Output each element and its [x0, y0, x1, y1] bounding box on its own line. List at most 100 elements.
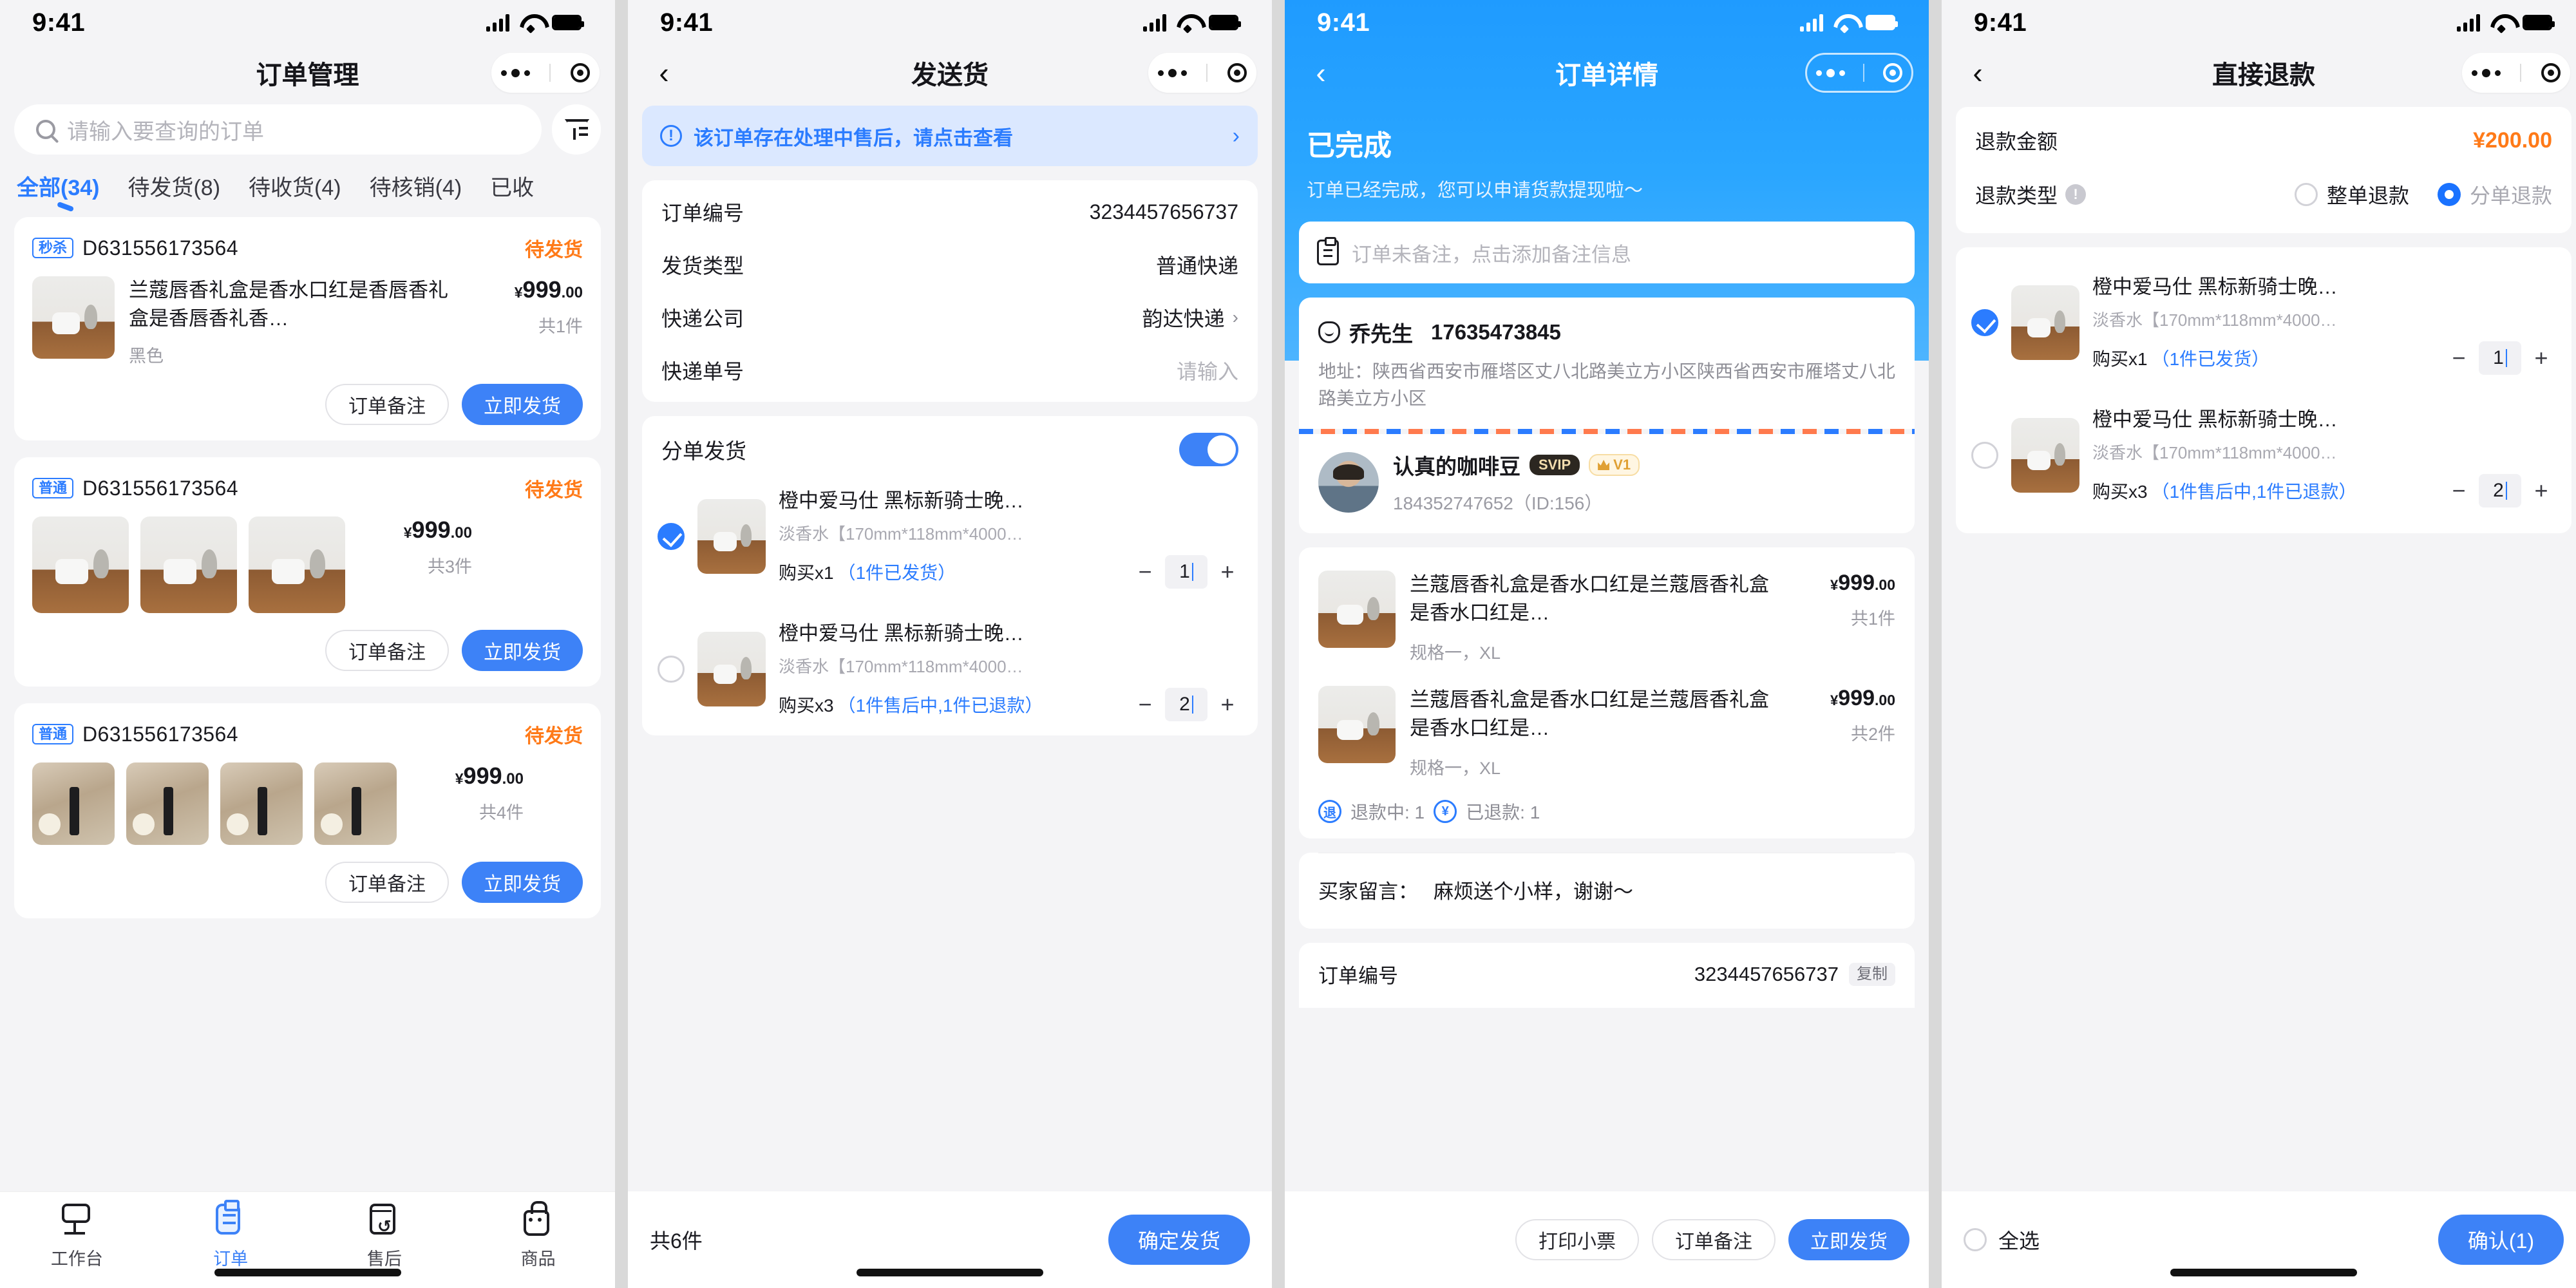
tab-received[interactable]: 已收 [476, 170, 548, 211]
order-detail-scroll[interactable]: 订单未备注，点击添加备注信息 乔先生 17635473845 地址：陕西省西安市… [1285, 222, 1929, 1191]
product-image[interactable] [249, 516, 345, 614]
more-dots-icon[interactable] [501, 68, 531, 77]
tab-all[interactable]: 全部(34) [14, 170, 113, 211]
product-image[interactable] [32, 762, 115, 846]
tracking-number-input[interactable]: 请输入 [1177, 355, 1238, 385]
product-image[interactable] [2011, 418, 2079, 493]
order-note-button[interactable]: 订单备注 [325, 862, 449, 904]
table-row[interactable]: 普通 D631556173564 待发货 ¥999.00 共3件 订单备注 立即… [14, 457, 601, 687]
sidebar-item-order[interactable]: 订单 [154, 1204, 308, 1270]
product-image[interactable] [1318, 686, 1396, 764]
stepper-minus-button[interactable]: − [2448, 345, 2470, 372]
home-indicator [2170, 1269, 2357, 1276]
more-dots-icon[interactable] [2472, 68, 2501, 77]
capsule-target-icon[interactable] [1882, 63, 1902, 82]
tab-pending-ship[interactable]: 待发货(8) [113, 170, 234, 211]
item-checkbox[interactable] [658, 656, 685, 683]
more-dots-icon[interactable] [1158, 68, 1188, 77]
product-image[interactable] [697, 499, 766, 574]
back-chevron-icon[interactable]: ‹ [1957, 58, 1998, 88]
capsule-target-icon[interactable] [570, 63, 590, 82]
ship-now-button[interactable]: 立即发货 [1788, 1219, 1909, 1260]
sidebar-item-workbench[interactable]: 工作台 [0, 1204, 154, 1270]
back-chevron-icon[interactable]: ‹ [1300, 58, 1341, 88]
print-receipt-button[interactable]: 打印小票 [1515, 1219, 1639, 1260]
stepper-minus-button[interactable]: − [2448, 477, 2470, 504]
confirm-ship-button[interactable]: 确定发货 [1108, 1215, 1250, 1265]
quantity-stepper[interactable]: − 1 + [2448, 341, 2552, 375]
capsule-target-icon[interactable] [1227, 63, 1247, 82]
item-checkbox[interactable] [658, 523, 685, 550]
radio-circle[interactable] [2437, 183, 2461, 206]
list-item[interactable]: 兰蔻唇香礼盒是香水口红是兰蔻唇香礼盒是香水口红是… 规格一，XL ¥999.00… [1318, 679, 1895, 795]
mini-program-capsule[interactable] [491, 53, 600, 93]
select-all-control[interactable]: 全选 [1964, 1225, 2040, 1255]
product-image[interactable] [314, 762, 397, 846]
table-row[interactable]: 普通 D631556173564 待发货 ¥999.00 共4件 订单备注 立即… [14, 703, 601, 919]
order-note-button[interactable]: 订单备注 [325, 384, 449, 426]
quantity-stepper[interactable]: − 1 + [1134, 555, 1238, 589]
capsule-target-icon[interactable] [2541, 63, 2561, 82]
stepper-plus-button[interactable]: + [1217, 558, 1238, 585]
sidebar-item-goods[interactable]: 商品 [461, 1204, 615, 1270]
stepper-value[interactable]: 1 [1165, 555, 1208, 589]
copy-button[interactable]: 复制 [1849, 962, 1895, 986]
buyer-card[interactable]: 认真的咖啡豆 SVIP V1 184352747652（ID:156） [1299, 434, 1915, 533]
list-item[interactable]: 橙中爱马仕 黑标新骑士晚… 淡香水【170mm*118mm*4000… 购买x3… [642, 603, 1258, 735]
stepper-value[interactable]: 1 [2479, 341, 2521, 375]
item-checkbox[interactable] [1971, 309, 1998, 336]
tab-pending-receive[interactable]: 待收货(4) [234, 170, 355, 211]
order-list[interactable]: 秒杀 D631556173564 待发货 兰蔻唇香礼盒是香水口红是香唇香礼盒是香… [0, 217, 615, 1191]
split-shipment-toggle[interactable] [1179, 433, 1238, 466]
product-image-gallery[interactable] [32, 516, 345, 614]
stepper-value[interactable]: 2 [2479, 474, 2521, 507]
mini-program-capsule[interactable] [1148, 53, 1256, 93]
stepper-minus-button[interactable]: − [1134, 558, 1156, 585]
ship-now-button[interactable]: 立即发货 [462, 862, 583, 904]
info-circle-icon[interactable]: ! [2065, 184, 2087, 205]
order-remark-field[interactable]: 订单未备注，点击添加备注信息 [1299, 222, 1915, 283]
list-item[interactable]: 橙中爱马仕 黑标新骑士晚… 淡香水【170mm*118mm*4000… 购买x1… [642, 470, 1258, 603]
radio-split-order-refund[interactable]: 分单退款 [2437, 180, 2552, 209]
stepper-plus-button[interactable]: + [2530, 345, 2552, 372]
back-chevron-icon[interactable]: ‹ [643, 58, 685, 88]
list-item[interactable]: 橙中爱马仕 黑标新骑士晚… 淡香水【170mm*118mm*4000… 购买x3… [1956, 389, 2571, 522]
product-image[interactable] [220, 762, 303, 846]
stepper-value[interactable]: 2 [1165, 688, 1208, 721]
product-image[interactable] [126, 762, 209, 846]
product-image-gallery[interactable] [32, 762, 397, 846]
product-image[interactable] [697, 632, 766, 706]
quantity-stepper[interactable]: − 2 + [2448, 474, 2552, 507]
aftersale-alert-banner[interactable]: ! 该订单存在处理中售后，请点击查看 › [642, 106, 1258, 166]
order-note-button[interactable]: 订单备注 [325, 630, 449, 672]
confirm-refund-button[interactable]: 确认(1) [2438, 1215, 2564, 1265]
sidebar-item-aftersale[interactable]: ↺ 售后 [308, 1204, 462, 1270]
list-item[interactable]: 橙中爱马仕 黑标新骑士晚… 淡香水【170mm*118mm*4000… 购买x1… [1956, 256, 2571, 389]
item-checkbox[interactable] [1971, 442, 1998, 469]
row-express-company[interactable]: 快递公司 韵达快递 › [661, 291, 1238, 344]
stepper-minus-button[interactable]: − [1134, 691, 1156, 718]
radio-whole-order-refund[interactable]: 整单退款 [2294, 180, 2409, 209]
list-item[interactable]: 兰蔻唇香礼盒是香水口红是兰蔻唇香礼盒是香水口红是… 规格一，XL ¥999.00… [1318, 564, 1895, 679]
filter-button[interactable] [552, 104, 601, 155]
product-image[interactable] [32, 516, 129, 614]
search-input[interactable]: 请输入要查询的订单 [14, 104, 542, 155]
more-dots-icon[interactable] [1816, 68, 1846, 77]
product-image[interactable] [140, 516, 237, 614]
table-row[interactable]: 秒杀 D631556173564 待发货 兰蔻唇香礼盒是香水口红是香唇香礼盒是香… [14, 217, 601, 441]
ship-now-button[interactable]: 立即发货 [462, 630, 583, 672]
stepper-plus-button[interactable]: + [1217, 691, 1238, 718]
product-image[interactable] [1318, 571, 1396, 648]
product-image[interactable] [32, 276, 115, 359]
select-all-checkbox[interactable] [1964, 1228, 1987, 1251]
tab-pending-verify[interactable]: 待核销(4) [355, 170, 477, 211]
product-image[interactable] [2011, 285, 2079, 360]
mini-program-capsule[interactable] [1805, 53, 1913, 93]
row-tracking-number[interactable]: 快递单号 请输入 [661, 344, 1238, 397]
order-note-button[interactable]: 订单备注 [1652, 1219, 1776, 1260]
mini-program-capsule[interactable] [2462, 53, 2570, 93]
radio-circle[interactable] [2294, 183, 2318, 206]
stepper-plus-button[interactable]: + [2530, 477, 2552, 504]
ship-now-button[interactable]: 立即发货 [462, 384, 583, 426]
quantity-stepper[interactable]: − 2 + [1134, 688, 1238, 721]
